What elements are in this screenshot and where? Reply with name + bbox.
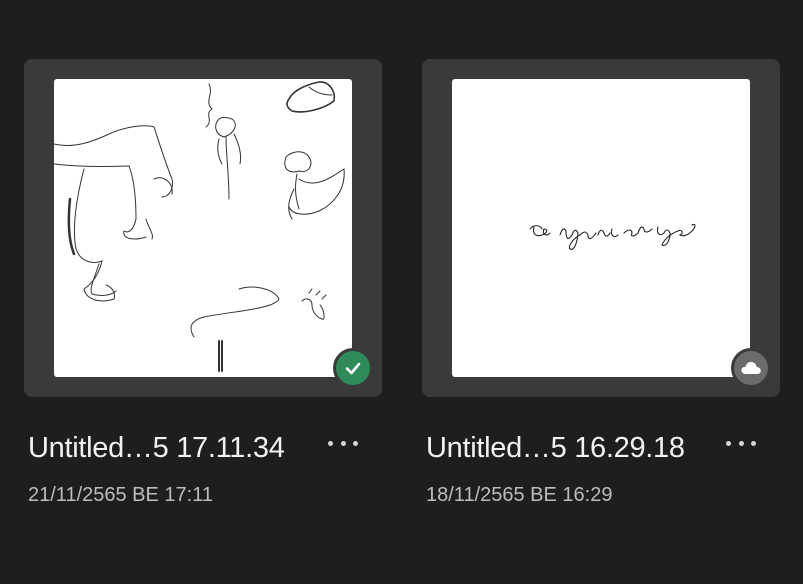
more-options-icon[interactable] (328, 436, 358, 450)
document-date: 18/11/2565 BE 16:29 (426, 484, 613, 506)
document-title[interactable]: Untitled…5 17.11.34 (28, 432, 285, 465)
document-title[interactable]: Untitled…5 16.29.18 (426, 432, 685, 465)
document-date: 21/11/2565 BE 17:11 (28, 484, 213, 506)
handwriting-thumbnail[interactable] (452, 79, 750, 377)
checkmark-synced-icon (333, 348, 373, 388)
more-options-icon[interactable] (726, 436, 756, 450)
document-card[interactable] (24, 59, 382, 397)
document-card[interactable] (422, 59, 780, 397)
cloud-icon (731, 348, 771, 388)
sketch-drawing (54, 81, 345, 372)
handwriting-drawing (529, 223, 696, 250)
sketch-thumbnail[interactable] (54, 79, 352, 377)
document-grid: Untitled…5 17.11.34 21/11/2565 BE 17:11 … (0, 0, 803, 584)
